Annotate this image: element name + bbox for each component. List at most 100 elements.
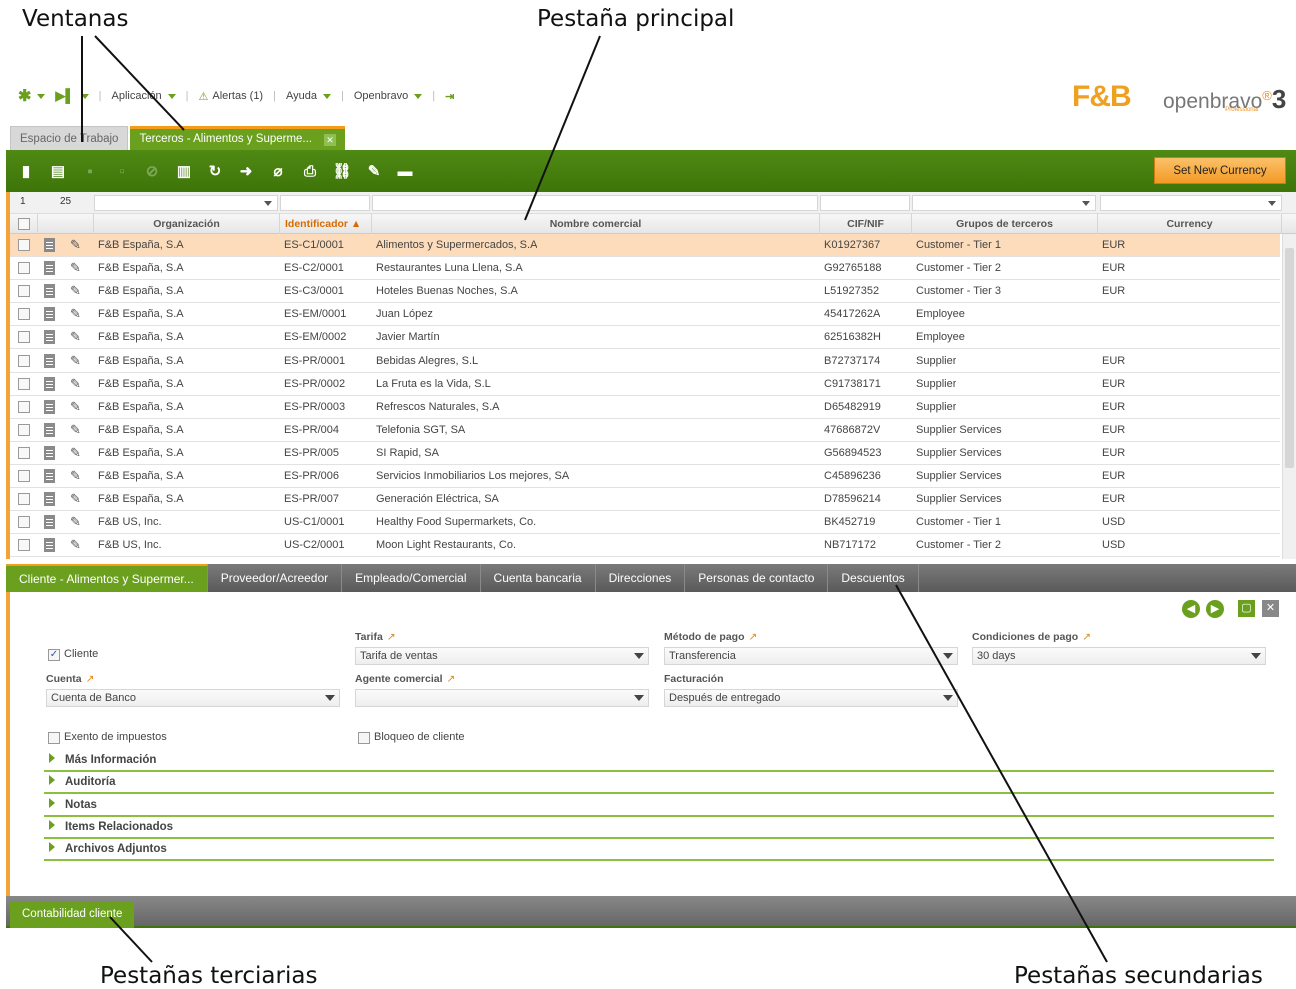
tarifa-field[interactable]: Tarifa de ventas bbox=[355, 647, 649, 665]
filter-nombre[interactable] bbox=[372, 195, 818, 211]
form-section-header[interactable]: Notas bbox=[44, 795, 1274, 817]
filter-cif[interactable] bbox=[820, 195, 910, 211]
secondary-tab[interactable]: Empleado/Comercial bbox=[342, 564, 481, 592]
open-form-icon[interactable] bbox=[44, 492, 55, 507]
edit-icon[interactable]: ✎ bbox=[70, 399, 81, 414]
row-checkbox[interactable] bbox=[18, 493, 30, 506]
close-tab-icon[interactable]: ✕ bbox=[324, 133, 337, 146]
open-form-icon[interactable] bbox=[44, 422, 55, 437]
open-form-icon[interactable] bbox=[44, 330, 55, 345]
tab-workspace[interactable]: Espacio de Trabajo bbox=[10, 126, 129, 150]
header-nombre-comercial[interactable]: Nombre comercial bbox=[372, 214, 820, 234]
close-form-icon[interactable]: ✕ bbox=[1262, 600, 1279, 617]
new-row-icon[interactable]: ▤ bbox=[48, 160, 68, 182]
open-form-icon[interactable] bbox=[44, 284, 55, 299]
grid-view-icon[interactable]: ▬ bbox=[395, 160, 415, 182]
row-checkbox[interactable] bbox=[18, 354, 30, 367]
edit-icon[interactable]: ✎ bbox=[70, 284, 81, 298]
agente-comercial-field[interactable] bbox=[355, 689, 649, 707]
menu-ayuda[interactable]: Ayuda bbox=[286, 90, 331, 102]
filter-organizacion[interactable] bbox=[94, 195, 278, 211]
header-organizacion[interactable]: Organización bbox=[94, 214, 280, 234]
export-icon[interactable]: ➜ bbox=[236, 160, 256, 182]
condiciones-pago-field[interactable]: 30 days bbox=[972, 647, 1266, 665]
table-row[interactable]: ✎ F&B España, S.A ES-C1/0001 Alimentos y Su… bbox=[10, 234, 1280, 257]
attach-icon[interactable]: ⌀ bbox=[268, 160, 288, 182]
secondary-tab[interactable]: Proveedor/Acreedor bbox=[208, 564, 343, 592]
secondary-tab[interactable]: Personas de contacto bbox=[685, 564, 829, 592]
print-icon[interactable]: ⎙ bbox=[300, 160, 320, 182]
row-checkbox[interactable] bbox=[18, 308, 30, 321]
row-checkbox[interactable] bbox=[18, 400, 30, 413]
open-form-icon[interactable] bbox=[44, 261, 55, 276]
menu-openbravo[interactable]: Openbravo bbox=[354, 90, 423, 102]
header-select-all[interactable] bbox=[10, 214, 38, 234]
edit-icon[interactable]: ✎ bbox=[70, 445, 81, 460]
table-row[interactable]: ✎ F&B España, S.A ES-PR/006 Servicios Inmob… bbox=[10, 465, 1280, 488]
table-row[interactable]: ✎ F&B España, S.A ES-PR/0003 Refrescos Natu… bbox=[10, 396, 1280, 419]
secondary-tab[interactable]: Direcciones bbox=[596, 564, 686, 592]
tab-contabilidad-cliente[interactable]: Contabilidad cliente bbox=[10, 902, 135, 928]
row-checkbox[interactable] bbox=[18, 446, 30, 459]
open-form-icon[interactable] bbox=[44, 307, 55, 322]
row-checkbox[interactable] bbox=[18, 423, 30, 436]
form-section-header[interactable]: Archivos Adjuntos bbox=[44, 839, 1274, 862]
save-close-icon[interactable]: ▫ bbox=[112, 160, 132, 182]
previous-record-icon[interactable]: ◀ bbox=[1182, 600, 1200, 618]
table-row[interactable]: ✎ F&B España, S.A ES-PR/0001 Bebidas Alegre… bbox=[10, 350, 1280, 373]
table-row[interactable]: ✎ F&B España, S.A ES-PR/005 SI Rapid, SA G56… bbox=[10, 442, 1280, 465]
refresh-icon[interactable]: ↻ bbox=[205, 160, 225, 182]
edit-icon[interactable]: ✎ bbox=[70, 261, 81, 275]
link-icon[interactable]: ⛓ bbox=[332, 160, 352, 182]
row-checkbox[interactable] bbox=[18, 470, 30, 482]
form-section-header[interactable]: Más Información bbox=[44, 750, 1274, 772]
maximize-icon[interactable]: ▢ bbox=[1238, 600, 1255, 617]
delete-icon[interactable]: ▥ bbox=[174, 160, 194, 182]
row-checkbox[interactable] bbox=[18, 516, 30, 529]
undo-icon[interactable]: ⊘ bbox=[142, 160, 162, 182]
exento-impuestos-checkbox[interactable] bbox=[48, 732, 60, 744]
table-row[interactable]: ✎ F&B España, S.A ES-PR/0002 La Fruta es la… bbox=[10, 373, 1280, 396]
table-row[interactable]: ✎ F&B España, S.A ES-PR/004 Telefonia SGT, … bbox=[10, 419, 1280, 442]
header-currency[interactable]: Currency bbox=[1098, 214, 1282, 234]
edit-icon[interactable]: ✎ bbox=[70, 330, 81, 344]
cliente-checkbox[interactable]: ✓ bbox=[48, 649, 60, 661]
edit-icon[interactable]: ✎ bbox=[70, 492, 81, 506]
open-form-icon[interactable] bbox=[44, 376, 55, 391]
set-new-currency-button[interactable]: Set New Currency bbox=[1154, 157, 1286, 184]
open-form-icon[interactable] bbox=[44, 445, 55, 460]
secondary-tab[interactable]: Descuentos bbox=[828, 564, 919, 592]
header-identificador[interactable]: Identificador ▲ bbox=[280, 214, 372, 234]
new-document-icon[interactable]: ▮ bbox=[16, 160, 36, 182]
form-section-header[interactable]: Items Relacionados bbox=[44, 817, 1274, 839]
table-row[interactable]: ✎ F&B US, Inc. US-C1/0001 Healthy Food Supe… bbox=[10, 511, 1280, 535]
filter-currency[interactable] bbox=[1100, 195, 1282, 211]
edit-icon[interactable]: ✎ bbox=[70, 307, 81, 321]
audit-icon[interactable]: ✎ bbox=[364, 160, 384, 182]
table-row[interactable]: ✎ F&B España, S.A ES-C3/0001 Hoteles Buenas… bbox=[10, 280, 1280, 304]
edit-icon[interactable]: ✎ bbox=[70, 469, 81, 483]
edit-icon[interactable]: ✎ bbox=[70, 376, 81, 391]
menu-alertas[interactable]: ⚠ Alertas (1) bbox=[198, 90, 263, 103]
row-checkbox[interactable] bbox=[18, 239, 30, 251]
tab-terceros[interactable]: Terceros - Alimentos y Superme... ✕ bbox=[130, 126, 346, 150]
table-row[interactable]: ✎ F&B España, S.A ES-C2/0001 Restaurantes L… bbox=[10, 257, 1280, 281]
edit-icon[interactable]: ✎ bbox=[70, 238, 81, 252]
edit-icon[interactable]: ✎ bbox=[70, 422, 81, 437]
facturacion-field[interactable]: Después de entregado bbox=[664, 689, 958, 707]
header-grupos[interactable]: Grupos de terceros bbox=[912, 214, 1098, 234]
row-checkbox[interactable] bbox=[18, 331, 30, 344]
row-checkbox[interactable] bbox=[18, 539, 30, 552]
open-form-icon[interactable] bbox=[44, 399, 55, 414]
form-section-header[interactable]: Auditoría bbox=[44, 772, 1274, 795]
secondary-tab[interactable]: Cuenta bancaria bbox=[481, 564, 596, 592]
metodo-pago-field[interactable]: Transferencia bbox=[664, 647, 958, 665]
open-form-icon[interactable] bbox=[44, 353, 55, 368]
bloqueo-cliente-checkbox[interactable] bbox=[358, 732, 370, 744]
logout-icon[interactable]: ⇥ bbox=[445, 90, 454, 103]
row-checkbox[interactable] bbox=[18, 262, 30, 275]
row-checkbox[interactable] bbox=[18, 377, 30, 390]
edit-icon[interactable]: ✎ bbox=[70, 515, 81, 529]
filter-organizacion-dropdown-icon[interactable] bbox=[260, 196, 276, 210]
secondary-tab[interactable]: Cliente - Alimentos y Supermer... bbox=[6, 564, 208, 592]
